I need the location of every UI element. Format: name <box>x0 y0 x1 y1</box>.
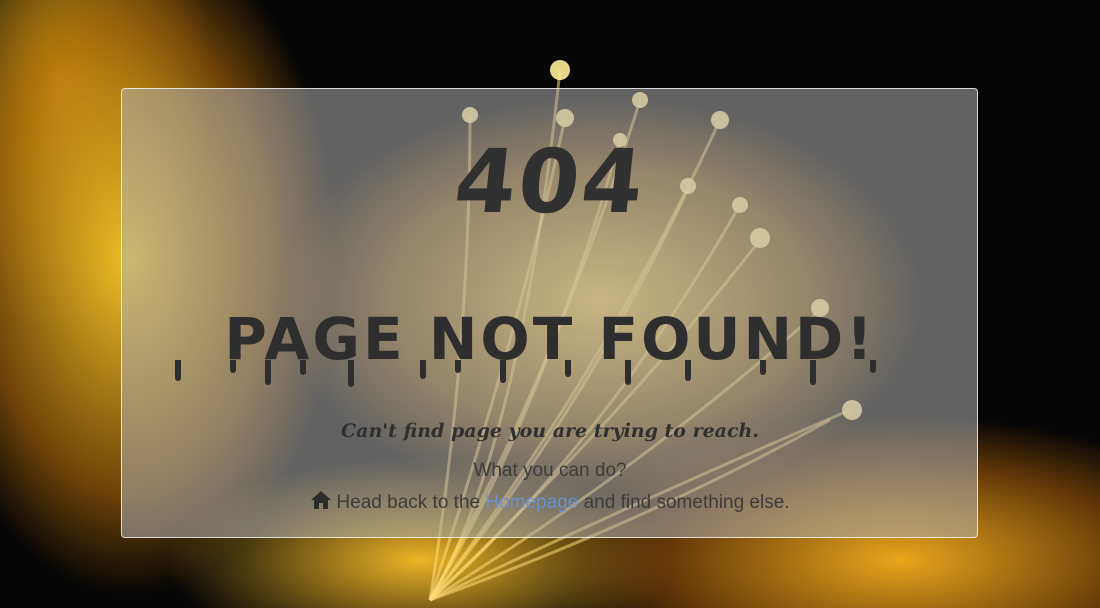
homepage-link[interactable]: Homepage <box>485 492 578 513</box>
title-drips-decoration <box>175 360 876 387</box>
error-code: 404 <box>449 130 651 233</box>
head-back-prefix: Head back to the <box>336 492 481 513</box>
what-you-can-do-label: What you can do? <box>473 460 627 481</box>
head-back-line: Head back to the Homepage and find somet… <box>0 490 1100 514</box>
head-back-suffix: and find something else. <box>583 492 790 513</box>
error-subtitle: Can't find page you are trying to reach. <box>341 420 759 442</box>
home-icon <box>310 490 332 510</box>
